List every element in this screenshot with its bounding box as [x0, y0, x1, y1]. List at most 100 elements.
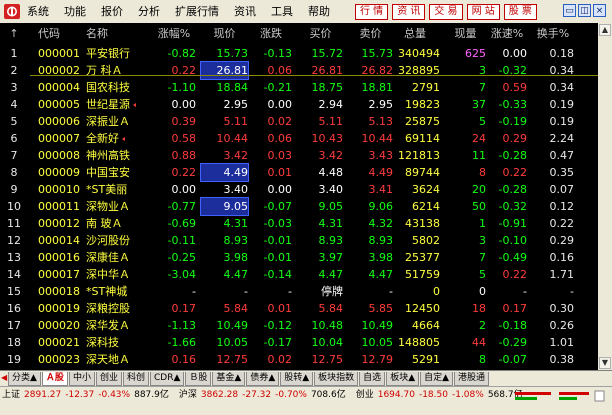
column-header-code[interactable]: 代码 [38, 25, 82, 42]
column-header-bid[interactable]: 买价 [298, 25, 343, 42]
table-row[interactable]: 19 000023 深天地Ａ 0.16 12.75 0.02 12.75 12.79 5291 8… [0, 351, 612, 368]
column-header-name[interactable]: 名称 [86, 25, 152, 42]
tab-10[interactable]: 板块指数 [314, 372, 359, 386]
nav-button-2[interactable]: 交 易 [429, 4, 463, 20]
index-item[interactable]: 沪深 3862.28 -27.32 -0.70% 708.6亿 [179, 390, 350, 400]
table-row[interactable]: 7 000008 神州高铁 0.88 3.42 0.03 3.42 3.43 121813 11-… [0, 147, 612, 164]
restore-icon[interactable]: ◫ [578, 4, 591, 17]
tab-1[interactable]: Ａ股 [41, 372, 68, 386]
table-row[interactable]: 13 000016 深康佳Ａ -0.25 3.98 -0.01 3.97 3.98 25377 7… [0, 249, 612, 266]
menu-item-2[interactable]: 报价 [101, 0, 123, 23]
tab-13[interactable]: 自定▲ [420, 372, 454, 386]
table-row[interactable]: 8 000009 中国宝安 0.22 4.49 0.01 4.48 4.49 89744 8 0.2… [0, 163, 612, 182]
cell-spd: -0.29 [498, 336, 527, 349]
sort-arrow-icon[interactable]: ↑ [0, 25, 28, 42]
tab-14[interactable]: 港股通 [454, 372, 490, 386]
cell-name: 深天地Ａ [86, 351, 152, 368]
table-row[interactable]: 14 000017 深中华Ａ -3.04 4.47 -0.14 4.47 4.47 51759 5… [0, 266, 612, 283]
nav-button-1[interactable]: 资 讯 [392, 4, 426, 20]
column-header-diff[interactable]: 涨跌 [250, 25, 292, 42]
scroll-up-icon[interactable]: ▲ [599, 24, 611, 36]
cell-code: 000012 [38, 217, 80, 230]
tab-5[interactable]: CDR▲ [149, 372, 185, 386]
cell-ask: 5.13 [368, 115, 394, 128]
tab-12[interactable]: 板块▲ [386, 372, 420, 386]
cell-num: 10 [7, 200, 21, 213]
table-row[interactable]: 17 000020 深华发Ａ -1.13 10.49 -0.12 10.48 10.49 466… [0, 317, 612, 334]
nav-button-4[interactable]: 股 票 [503, 4, 537, 20]
column-header-turn[interactable]: 换手% [532, 25, 574, 42]
tab-3[interactable]: 创业 [95, 372, 122, 386]
tab-scroll-left-icon[interactable]: ◀ [1, 373, 7, 382]
cell-ask: 12.79 [361, 353, 394, 366]
cell-bid: 4.48 [318, 166, 344, 179]
table-row[interactable]: 11 000012 南 玻Ａ -0.69 4.31 -0.03 4.31 4.32 43138 1… [0, 215, 612, 232]
close-icon[interactable]: × [593, 4, 606, 17]
tab-7[interactable]: 基金▲ [212, 372, 246, 386]
column-header-ask[interactable]: 卖价 [348, 25, 393, 42]
menu-item-4[interactable]: 扩展行情 [175, 0, 219, 23]
menu-item-0[interactable]: 系统 [27, 0, 49, 23]
table-row[interactable]: 16 000019 深粮控股 0.17 5.84 0.01 5.84 5.85 12450 18 0… [0, 300, 612, 317]
cell-num: 14 [7, 268, 21, 281]
menu-item-5[interactable]: 资讯 [234, 0, 256, 23]
cell-code: 000016 [38, 251, 80, 264]
column-header-chg[interactable]: 涨幅% [152, 25, 196, 42]
index-item[interactable]: 上证 2891.27 -12.37 -0.43% 887.9亿 [2, 390, 173, 400]
cell-cur: 0 [479, 285, 486, 298]
cell-price: 5.11 [223, 115, 249, 128]
tab-0[interactable]: 分类▲ [8, 372, 41, 386]
table-row[interactable]: 9 000010 *ST美丽 0.00 3.40 0.00 3.40 3.41 3624 20 -0… [0, 181, 612, 198]
nav-button-3[interactable]: 网 站 [466, 4, 500, 20]
table-row[interactable]: 18 000021 深科技 -1.66 10.05 -0.17 10.04 10.05 1488… [0, 334, 612, 351]
column-header-cur[interactable]: 现量 [445, 25, 486, 42]
tab-4[interactable]: 科创 [122, 372, 149, 386]
app-logo-icon[interactable] [4, 4, 20, 19]
table-row[interactable]: 10 000011 深物业Ａ -0.77 9.05 -0.07 9.05 9.06 6214 50… [0, 197, 612, 216]
tab-9[interactable]: 股转▲ [280, 372, 314, 386]
table-row[interactable]: 3 000004 国农科技 -1.10 18.84 -0.21 18.75 18.81 2791… [0, 79, 612, 96]
table-row[interactable]: 2 000002 万 科Ａ 0.22 26.81 0.06 26.81 26.82 328895… [0, 61, 612, 80]
cell-name: 国农科技 [86, 79, 152, 96]
table-row[interactable]: 1 000001 平安银行 -0.82 15.73 -0.13 15.72 15.73 3404… [0, 45, 612, 62]
tab-6[interactable]: Ｂ股 [185, 372, 212, 386]
cell-chg: 0.22 [171, 166, 197, 179]
cell-ask: 8.93 [368, 234, 394, 247]
cell-num: 12 [7, 234, 21, 247]
tab-2[interactable]: 中小 [68, 372, 95, 386]
menu-item-7[interactable]: 帮助 [308, 0, 330, 23]
cell-name: 神州高铁 [86, 147, 152, 164]
column-header-price[interactable]: 现价 [201, 25, 248, 42]
tab-11[interactable]: 自选 [359, 372, 386, 386]
nav-button-0[interactable]: 行 情 [355, 4, 389, 20]
vertical-scrollbar[interactable]: ▲ ▼ [598, 23, 612, 370]
info-marker-icon [122, 137, 125, 141]
index-name: 创业 [355, 390, 374, 400]
cell-name: 深粮控股 [86, 300, 152, 317]
column-header-spd[interactable]: 涨速% [487, 25, 527, 42]
table-row[interactable]: 12 000014 沙河股份 -0.11 8.93 -0.01 8.93 8.93 5802 3-… [0, 232, 612, 249]
menu-item-1[interactable]: 功能 [64, 0, 86, 23]
menu-item-3[interactable]: 分析 [138, 0, 160, 23]
index-item[interactable]: 创业 1694.70 -18.50 -1.08% 568.7亿 [356, 390, 527, 400]
cell-bid: 26.81 [311, 64, 344, 77]
cell-spd: -0.19 [498, 115, 527, 128]
scroll-down-icon[interactable]: ▼ [599, 357, 611, 369]
cell-bid: 12.75 [311, 353, 344, 366]
cell-price: 9.05 [200, 197, 249, 216]
table-row[interactable]: 6 000007 全新好 0.58 10.44 0.06 10.43 10.44 69114 24… [0, 130, 612, 147]
table-header-row: ↑ 代码 名称 涨幅% 现价 涨跌 买价 卖价 总量 现量 涨速% 换手% [0, 25, 612, 42]
column-header-vol[interactable]: 总量 [390, 25, 440, 42]
menu-item-6[interactable]: 工具 [271, 0, 293, 23]
table-row[interactable]: 5 000006 深振业Ａ 0.39 5.11 0.02 5.11 5.13 25875 5 -0.… [0, 113, 612, 130]
table-row[interactable]: 15 000018 *ST神城 - - - 停牌 - 0 0 - - [0, 283, 612, 300]
cell-chg: 0.16 [171, 353, 197, 366]
cell-spd: 0.22 [502, 166, 528, 179]
table-row[interactable]: 4 000005 世纪星源 0.00 2.95 0.00 2.94 2.95 19823 37 -0… [0, 96, 612, 113]
cell-diff: 0.06 [267, 64, 293, 77]
cell-turn: 0.18 [549, 47, 575, 60]
cell-vol: 25875 [405, 115, 440, 128]
cell-bid: 3.42 [318, 149, 344, 162]
tab-8[interactable]: 债券▲ [246, 372, 280, 386]
minimize-icon[interactable]: ▭ [563, 4, 576, 17]
